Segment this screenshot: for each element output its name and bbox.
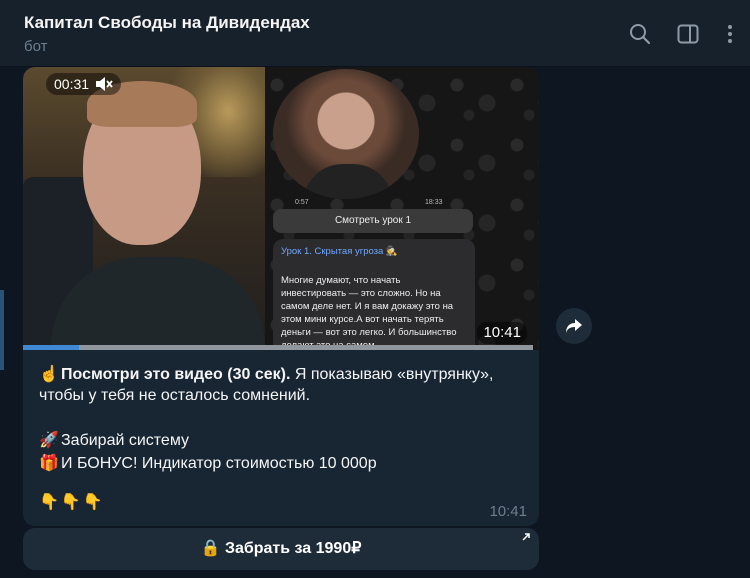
inner-card-text: Многие думают, что начать инвестировать … <box>281 275 457 350</box>
message-line-1: ☝️ Посмотри это видео (30 сек). Я показыв… <box>39 364 493 384</box>
round-video-time: 18:33 <box>425 199 443 206</box>
video-elapsed-badge[interactable]: 00:31 <box>46 73 122 95</box>
lock-icon: 🔒 <box>200 540 221 557</box>
scroll-indicator <box>0 290 4 370</box>
point-down-emojis: 👇👇👇 <box>39 494 105 511</box>
gift-emoji: 🎁 <box>39 455 59 472</box>
chat-title[interactable]: Капитал Свободы на Дивидендах <box>24 13 310 33</box>
video-frame-phone-screen: 0:57 18:33 Смотреть урок 1 Урок 1. Скрыт… <box>265 67 539 350</box>
forward-button[interactable] <box>556 308 592 344</box>
video-elapsed: 00:31 <box>54 76 90 92</box>
message-line-2: чтобы у тебя не осталось сомнений. <box>39 387 311 404</box>
video-timestamp: 10:41 <box>477 322 527 344</box>
forward-icon <box>566 319 582 333</box>
rocket-emoji: 🚀 <box>39 432 59 449</box>
message-time: 10:41 <box>489 503 527 520</box>
inner-card-title: Урок 1. Скрытая угроза 🕵 <box>281 246 398 257</box>
search-icon[interactable] <box>628 22 652 46</box>
inner-message-card: Урок 1. Скрытая угроза 🕵 Многие думают, … <box>273 239 475 350</box>
muted-speaker-icon[interactable] <box>95 76 113 92</box>
inner-watch-button: Смотреть урок 1 <box>273 209 473 233</box>
chat-header: Капитал Свободы на Дивидендах бот <box>0 0 750 67</box>
message-line-3-text: Забирай систему <box>61 432 190 449</box>
buy-button-label: Забрать за 1990₽ <box>224 540 362 557</box>
round-video-thumbnail <box>273 69 419 199</box>
message-line-4-text: И БОНУС! Индикатор стоимостью 10 000р <box>61 455 377 472</box>
message-bubble: ☝️ Посмотри это видео (30 сек). Я показыв… <box>23 350 539 526</box>
more-vertical-icon[interactable] <box>718 22 742 46</box>
message-bold-text: Посмотри это видео (30 сек). <box>61 366 291 383</box>
external-link-icon <box>522 533 530 541</box>
video-message[interactable]: 0:57 18:33 Смотреть урок 1 Урок 1. Скрыт… <box>23 67 539 350</box>
buy-button[interactable]: 🔒 Забрать за 1990₽ <box>23 528 539 570</box>
round-video-duration: 0:57 <box>295 199 309 206</box>
message-line-1-rest: Я показываю «внутрянку», <box>290 366 494 383</box>
sidebar-toggle-icon[interactable] <box>676 22 700 46</box>
video-frame-presenter <box>23 67 265 350</box>
point-up-emoji: ☝️ <box>39 366 59 383</box>
chat-subtitle: бот <box>24 38 48 55</box>
message-line-4: 🎁 И БОНУС! Индикатор стоимостью 10 000р <box>39 453 377 473</box>
message-line-3: 🚀 Забирай систему <box>39 430 189 450</box>
